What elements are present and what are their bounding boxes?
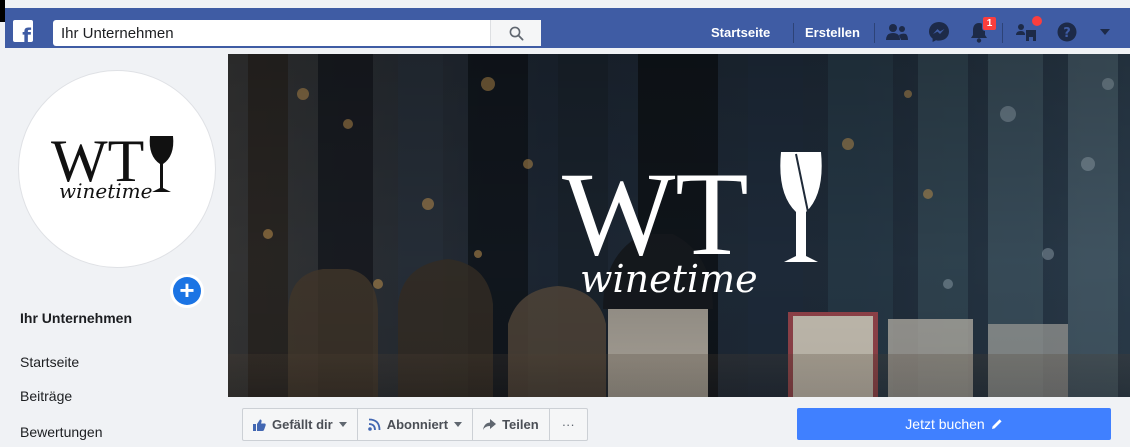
nav-divider xyxy=(1002,23,1003,43)
profile-picture[interactable]: WT winetime xyxy=(18,70,216,268)
book-now-button[interactable]: Jetzt buchen xyxy=(797,408,1111,440)
nav-divider xyxy=(874,23,875,43)
logo-script: winetime xyxy=(59,179,152,203)
add-profile-picture-button[interactable]: + xyxy=(170,274,204,308)
more-options-button[interactable]: ··· xyxy=(550,409,587,440)
sidebar-item-home[interactable]: Startseite xyxy=(20,354,79,370)
notifications-badge: 1 xyxy=(982,16,997,31)
search-icon xyxy=(509,26,524,41)
page-sidebar: WT winetime + Ihr Unternehmen Startseite… xyxy=(0,54,228,447)
friends-icon[interactable] xyxy=(884,20,910,44)
cover-photo[interactable]: WT winetime xyxy=(228,54,1130,397)
help-icon[interactable]: ? xyxy=(1054,20,1080,44)
share-label: Teilen xyxy=(502,417,539,432)
like-label: Gefällt dir xyxy=(272,417,333,432)
search-input[interactable] xyxy=(61,20,491,46)
chevron-down-icon xyxy=(454,422,463,427)
follow-label: Abonniert xyxy=(386,417,449,432)
more-label: ··· xyxy=(561,417,575,432)
wine-bottles-photo: WT winetime xyxy=(228,54,1130,397)
search-box xyxy=(53,20,541,46)
thumbs-up-icon xyxy=(253,419,266,431)
book-now-label: Jetzt buchen xyxy=(905,416,985,432)
follow-button[interactable]: Abonniert xyxy=(358,409,474,440)
svg-text:?: ? xyxy=(1063,26,1071,41)
page-name[interactable]: Ihr Unternehmen xyxy=(20,310,132,326)
page-action-bar: Gefällt dir Abonniert Teilen ··· xyxy=(242,408,588,441)
share-arrow-icon xyxy=(483,418,497,431)
share-button[interactable]: Teilen xyxy=(473,409,550,440)
top-navigation-bar: f Startseite Erstellen 1 ? xyxy=(0,0,1130,54)
dropdown-caret-icon[interactable] xyxy=(1093,20,1117,44)
plus-icon: + xyxy=(173,277,201,305)
chevron-down-icon xyxy=(338,422,347,427)
winetime-logo-icon: WT winetime xyxy=(51,128,174,203)
search-button[interactable] xyxy=(490,20,541,46)
groups-notification-dot xyxy=(1032,16,1042,26)
pencil-icon xyxy=(991,419,1002,429)
nav-divider xyxy=(793,23,794,43)
rss-icon xyxy=(367,418,381,431)
nav-home-link[interactable]: Startseite xyxy=(711,26,770,40)
cover-logo-script: winetime xyxy=(580,257,758,301)
like-button[interactable]: Gefällt dir xyxy=(243,409,358,440)
messenger-icon[interactable] xyxy=(926,20,952,44)
nav-create-link[interactable]: Erstellen xyxy=(805,26,860,40)
sidebar-item-posts[interactable]: Beiträge xyxy=(20,388,72,404)
facebook-logo-icon[interactable]: f xyxy=(13,20,33,46)
sidebar-item-reviews[interactable]: Bewertungen xyxy=(20,424,103,440)
